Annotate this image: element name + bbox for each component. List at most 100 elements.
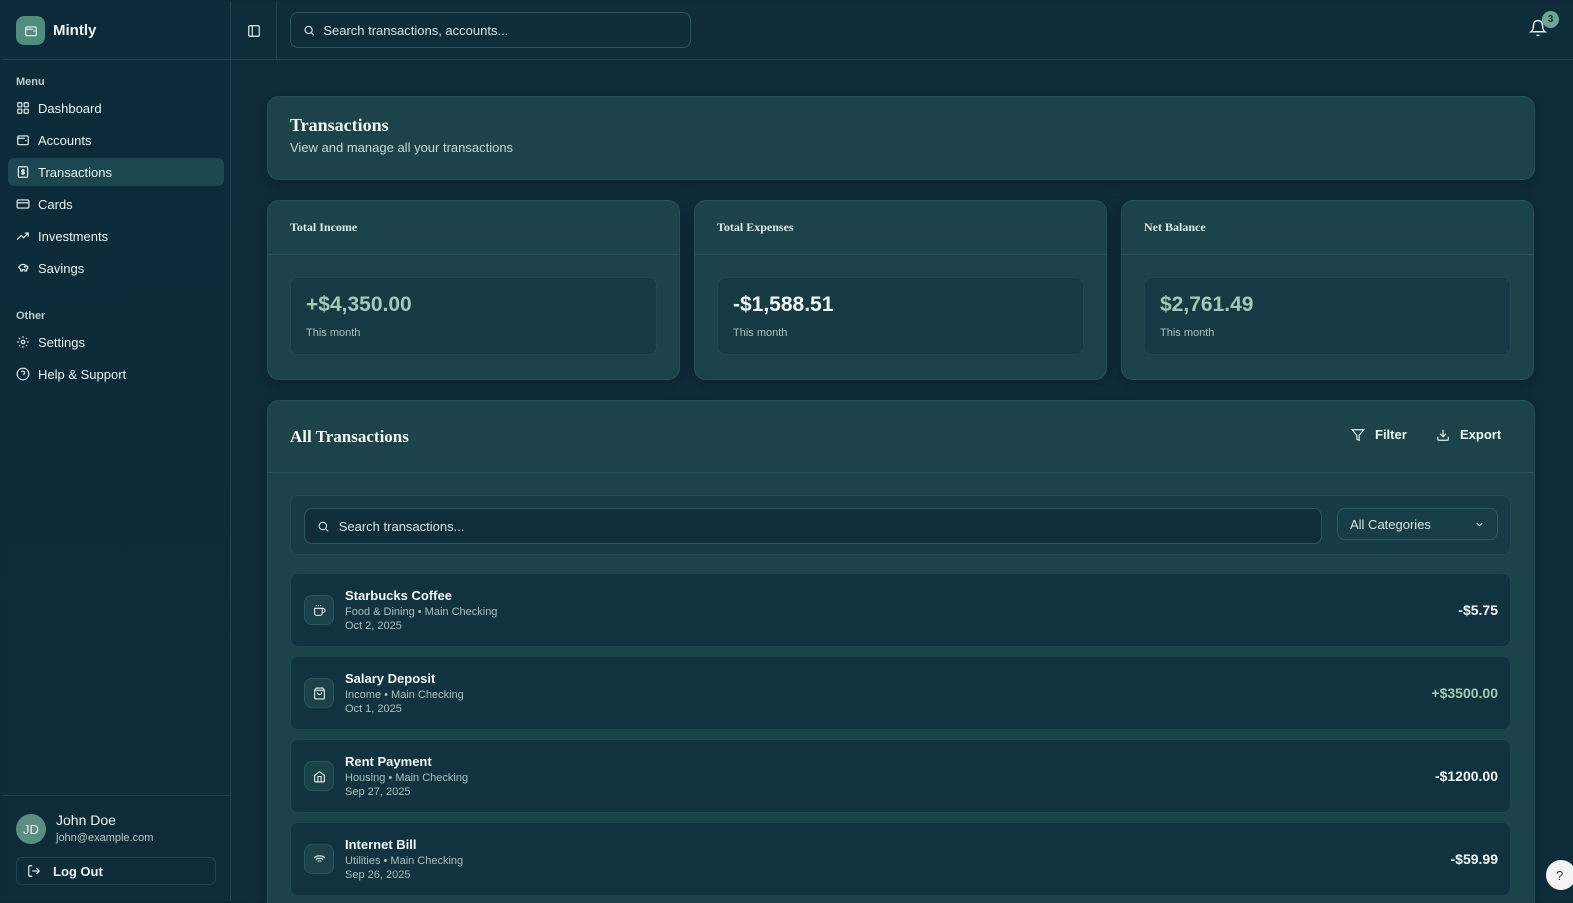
chevron-down-icon [1476, 522, 1483, 527]
help-circle-icon [16, 367, 30, 381]
sidebar-item-label: Accounts [38, 132, 92, 148]
transaction-name: Rent Payment [345, 754, 432, 769]
sidebar-item-label: Help & Support [38, 366, 127, 382]
brand[interactable]: Mintly [2, 2, 230, 60]
stat-value: +$4,350.00 [306, 293, 412, 316]
transaction-amount: -$5.75 [1458, 602, 1498, 618]
help-fab-button[interactable]: ? [1546, 860, 1573, 890]
transaction-meta: Utilities • Main Checking [345, 855, 464, 867]
sidebar-item-accounts[interactable]: Accounts [8, 126, 224, 154]
transaction-date: Oct 1, 2025 [345, 703, 402, 715]
all-transactions-header: All Transactions Filter Export [268, 401, 1534, 473]
page-title: Transactions [290, 115, 389, 135]
transaction-search[interactable] [304, 508, 1322, 544]
filter-icon [1351, 428, 1365, 441]
stat-card-expenses: Total Expenses -$1,588.51 This month [694, 200, 1107, 380]
user-name: John Doe [56, 812, 116, 828]
global-search[interactable] [290, 12, 691, 48]
wifi-icon [304, 844, 334, 874]
filter-button[interactable]: Filter [1351, 427, 1407, 442]
stat-header: Total Expenses [695, 201, 1106, 255]
user-email: john@example.com [56, 832, 154, 844]
top-header: 3 [231, 2, 1573, 60]
main-content: Transactions View and manage all your tr… [231, 60, 1573, 903]
trending-up-icon [16, 232, 29, 240]
sidebar-item-help[interactable]: Help & Support [8, 360, 224, 388]
notification-badge: 3 [1542, 11, 1559, 28]
transaction-meta: Housing • Main Checking [345, 772, 469, 784]
stat-card-balance: Net Balance $2,761.49 This month [1121, 200, 1534, 380]
wallet-logo-icon [16, 16, 45, 45]
user-profile: JD John Doe john@example.com Log Out [2, 795, 230, 901]
all-transactions-card: All Transactions Filter Export All Categ… [267, 400, 1535, 903]
stat-value: -$1,588.51 [733, 293, 834, 316]
sidebar-item-label: Investments [38, 228, 109, 244]
page-subtitle: View and manage all your transactions [290, 140, 514, 155]
gear-icon [17, 336, 29, 348]
filter-label: Filter [1375, 427, 1407, 442]
search-icon [304, 25, 315, 35]
sidebar-item-investments[interactable]: Investments [8, 222, 224, 250]
search-icon [318, 521, 329, 532]
stat-label: Total Income [290, 220, 358, 234]
transaction-amount: -$1200.00 [1434, 768, 1498, 784]
main-nav: Dashboard Accounts Transactions Cards In… [2, 94, 230, 282]
transaction-meta: Food & Dining • Main Checking [345, 606, 498, 618]
credit-card-icon [16, 199, 30, 209]
app-name: Mintly [53, 22, 97, 39]
sidebar-item-label: Transactions [38, 164, 112, 180]
export-label: Export [1460, 427, 1502, 442]
sidebar-item-settings[interactable]: Settings [8, 328, 224, 356]
export-button[interactable]: Export [1436, 427, 1501, 442]
transaction-amount: +$3500.00 [1431, 685, 1498, 701]
other-nav: Settings Help & Support [2, 328, 230, 388]
coffee-icon [304, 595, 334, 625]
sidebar-item-label: Dashboard [38, 100, 102, 116]
stat-body: +$4,350.00 This month [290, 277, 657, 355]
stat-label: Total Expenses [717, 220, 794, 234]
transaction-date: Sep 26, 2025 [345, 869, 411, 881]
stat-note: This month [733, 327, 788, 339]
sidebar-item-cards[interactable]: Cards [8, 190, 224, 218]
stat-note: This month [306, 327, 361, 339]
sidebar-item-dashboard[interactable]: Dashboard [8, 94, 224, 122]
category-selected-value: All Categories [1350, 516, 1431, 532]
global-search-input[interactable] [323, 22, 690, 38]
panel-left-icon [247, 25, 260, 37]
transaction-search-input[interactable] [338, 518, 1321, 534]
stat-body: $2,761.49 This month [1144, 277, 1511, 355]
transaction-row[interactable]: Rent Payment Housing • Main Checking Sep… [290, 739, 1511, 813]
transaction-name: Starbucks Coffee [345, 588, 452, 603]
page-header-card: Transactions View and manage all your tr… [267, 96, 1535, 180]
logout-button[interactable]: Log Out [16, 857, 216, 885]
receipt-icon [17, 166, 29, 178]
sidebar-toggle-button[interactable] [231, 2, 277, 60]
section-title: All Transactions [290, 427, 409, 446]
stat-body: -$1,588.51 This month [717, 277, 1084, 355]
logout-label: Log Out [53, 863, 103, 879]
transaction-row[interactable]: Starbucks Coffee Food & Dining • Main Ch… [290, 573, 1511, 647]
dashboard-icon [17, 102, 29, 114]
stat-note: This month [1160, 327, 1215, 339]
stat-header: Net Balance [1122, 201, 1533, 255]
sidebar-item-label: Savings [38, 260, 85, 276]
transaction-row[interactable]: Internet Bill Utilities • Main Checking … [290, 822, 1511, 896]
shopping-bag-icon [304, 678, 334, 708]
sidebar: Mintly Menu Dashboard Accounts Transacti… [2, 2, 231, 901]
home-icon [304, 761, 334, 791]
transaction-amount: -$59.99 [1450, 851, 1498, 867]
transaction-meta: Income • Main Checking [345, 689, 464, 701]
stat-header: Total Income [268, 201, 679, 255]
avatar[interactable]: JD [16, 814, 46, 844]
menu-section-label: Menu [16, 76, 45, 88]
transaction-row[interactable]: Salary Deposit Income • Main Checking Oc… [290, 656, 1511, 730]
download-icon [1437, 429, 1449, 441]
category-select[interactable]: All Categories [1337, 508, 1498, 540]
filter-bar: All Categories [290, 495, 1511, 555]
notifications-button[interactable]: 3 [1528, 11, 1559, 41]
sidebar-item-transactions[interactable]: Transactions [8, 158, 224, 186]
sidebar-item-savings[interactable]: Savings [8, 254, 224, 282]
transaction-name: Salary Deposit [345, 671, 436, 686]
other-section-label: Other [16, 310, 46, 322]
wallet-icon [17, 135, 29, 146]
